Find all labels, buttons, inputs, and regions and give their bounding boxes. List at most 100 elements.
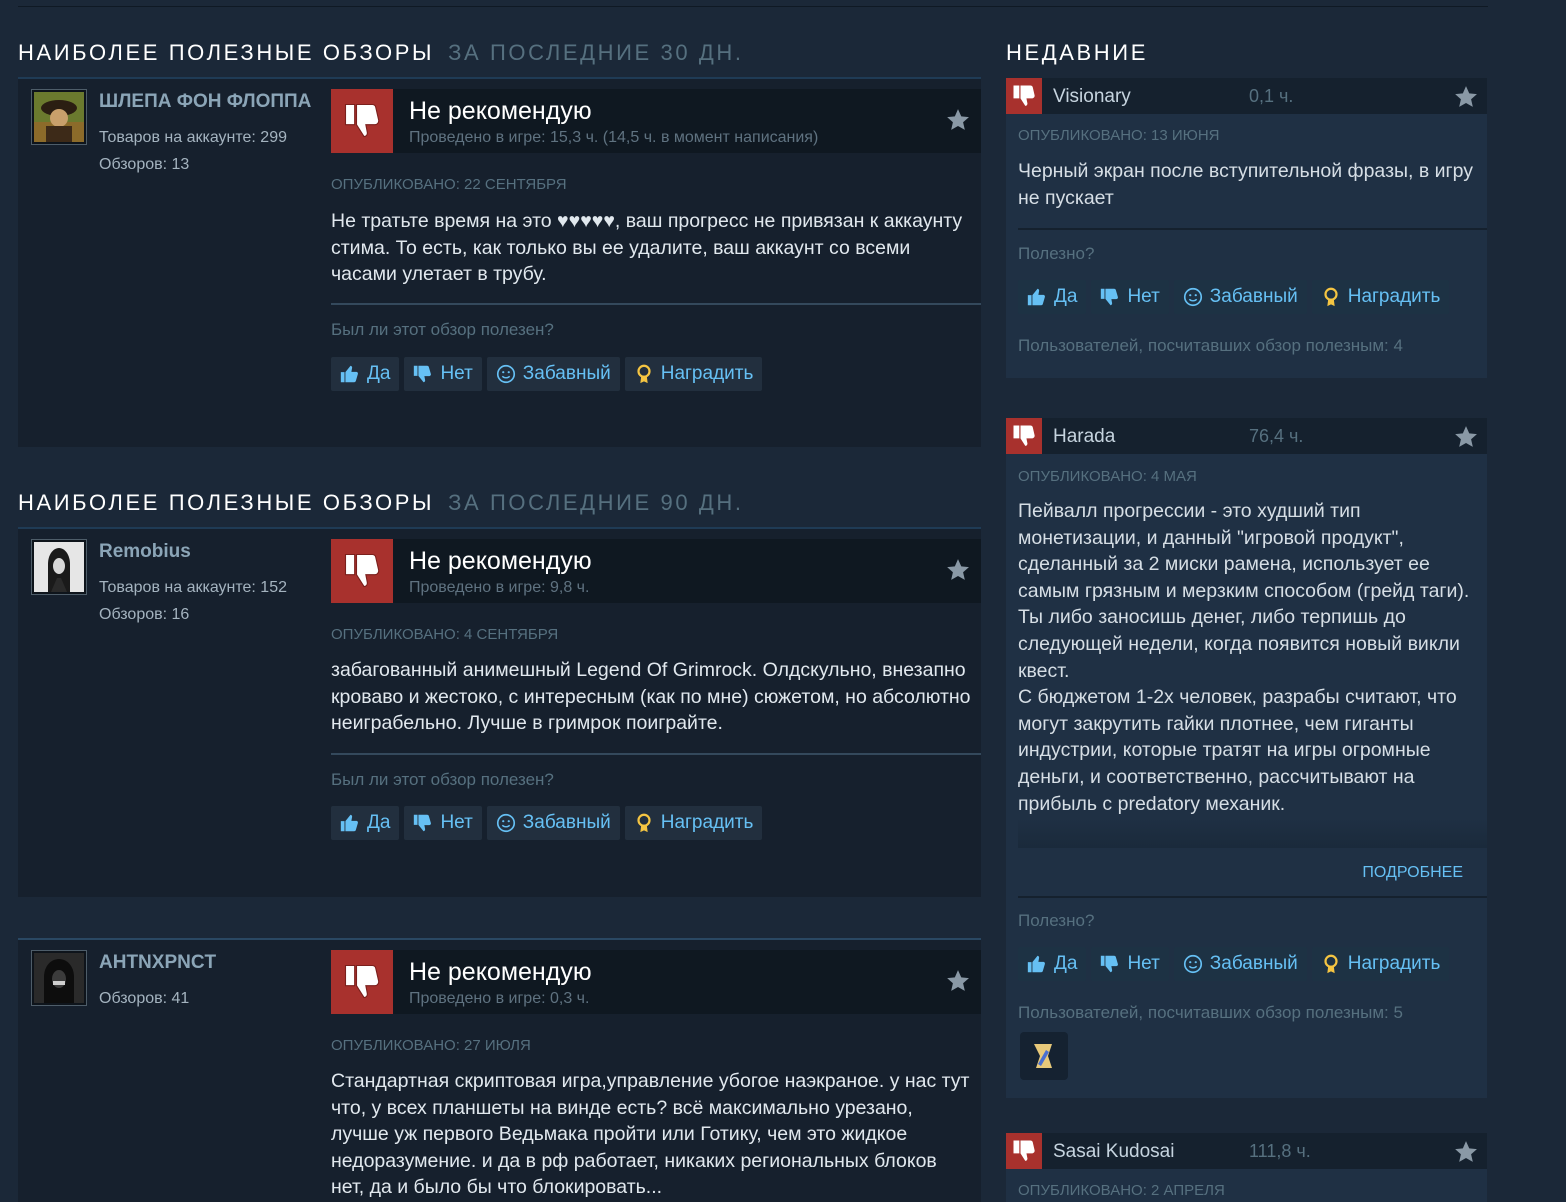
- reviewer-name[interactable]: Visionary: [1053, 86, 1131, 108]
- top-divider: [18, 6, 1488, 7]
- no-button[interactable]: Нет: [1091, 280, 1169, 314]
- no-button[interactable]: Нет: [404, 357, 482, 391]
- vote-title: Не рекомендую: [409, 547, 592, 575]
- reviewer-name[interactable]: Sasai Kudosai: [1053, 1141, 1174, 1163]
- no-button[interactable]: Нет: [404, 806, 482, 840]
- no-label: Нет: [440, 363, 473, 384]
- star-icon[interactable]: [1453, 424, 1479, 450]
- hours-played: Проведено в игре: 0,3 ч.: [409, 990, 590, 1007]
- avatar[interactable]: [31, 89, 87, 145]
- funny-label: Забавный: [522, 363, 611, 384]
- review-card: AHTNXPNCT Обзоров: 41 Не рекомендую Пров…: [18, 938, 981, 1202]
- author-name[interactable]: ШЛЕПА ФОН ФЛОППА: [99, 91, 319, 113]
- smiley-icon: [1183, 954, 1202, 974]
- award-label: Наградить: [660, 363, 754, 384]
- yes-button[interactable]: Да: [1018, 280, 1087, 314]
- award-ribbon-icon: [637, 813, 651, 833]
- yes-button[interactable]: Да: [1018, 947, 1087, 981]
- hours-played: 76,4 ч.: [1249, 426, 1304, 446]
- hours-played: Проведено в игре: 15,3 ч. (14,5 ч. в мом…: [409, 129, 819, 146]
- recent-review-card: Harada 76,4 ч. Опубликовано: 4 мая Пейва…: [1006, 418, 1487, 1098]
- thumbs-down-icon: [1101, 288, 1119, 306]
- award-button[interactable]: Наградить: [624, 357, 763, 391]
- avatar-image-icon: [34, 92, 84, 142]
- thumbs-down-icon: [1101, 955, 1119, 973]
- star-icon[interactable]: [945, 107, 971, 133]
- vote-buttons: Да Нет Забавный Наградить: [1018, 947, 1450, 981]
- avatar-image-icon: [34, 542, 84, 592]
- yes-button[interactable]: Да: [331, 806, 400, 840]
- funny-button[interactable]: Забавный: [486, 357, 620, 391]
- avatar[interactable]: [31, 950, 87, 1006]
- vote-buttons: Да Нет Забавный Наградить: [331, 357, 763, 391]
- vote-header[interactable]: Не рекомендую Проведено в игре: 0,3 ч.: [331, 950, 981, 1014]
- vote-header[interactable]: Не рекомендую Проведено в игре: 15,3 ч. …: [331, 89, 981, 153]
- star-icon[interactable]: [1453, 1139, 1479, 1165]
- yes-button[interactable]: Да: [331, 357, 400, 391]
- helpful-question: Был ли этот обзор полезен?: [331, 770, 554, 789]
- helpful-question: Полезно?: [1018, 244, 1095, 263]
- award-button[interactable]: Наградить: [624, 806, 763, 840]
- star-icon[interactable]: [945, 557, 971, 583]
- author-name[interactable]: AHTNXPNCT: [99, 952, 319, 974]
- funny-label: Забавный: [1209, 286, 1298, 307]
- review-text: Пейвалл прогрессии - это худший тип моне…: [1018, 500, 1470, 815]
- avatar[interactable]: [31, 539, 87, 595]
- award-label: Наградить: [660, 812, 754, 833]
- vote-title: Не рекомендую: [409, 97, 592, 125]
- helpful-question: Был ли этот обзор полезен?: [331, 320, 554, 339]
- thumbs-down-icon: [331, 89, 393, 153]
- smiley-icon: [496, 813, 515, 833]
- award-ribbon-icon: [637, 364, 651, 384]
- author-products[interactable]: Товаров на аккаунте: 299: [99, 129, 287, 147]
- author-reviews-count[interactable]: Обзоров: 16: [99, 606, 189, 624]
- reviewer-name[interactable]: Harada: [1053, 426, 1115, 448]
- thumbs-up-icon: [1027, 955, 1045, 973]
- yes-label: Да: [1054, 286, 1078, 307]
- author-name[interactable]: Remobius: [99, 541, 319, 563]
- vote-header[interactable]: Не рекомендую Проведено в игре: 9,8 ч.: [331, 539, 981, 603]
- author-products[interactable]: Товаров на аккаунте: 152: [99, 579, 287, 597]
- section-subtitle: за последние 30 дн.: [448, 40, 744, 65]
- recent-review-header[interactable]: Visionary 0,1 ч.: [1006, 78, 1487, 114]
- text-fade: [1018, 818, 1487, 848]
- thumbs-down-icon: [414, 365, 432, 383]
- award-scroll-icon: [1034, 1044, 1052, 1068]
- vote-buttons: Да Нет Забавный Наградить: [1018, 280, 1450, 314]
- funny-button[interactable]: Забавный: [1173, 280, 1307, 314]
- review-card: ШЛЕПА ФОН ФЛОППА Товаров на аккаунте: 29…: [18, 77, 981, 447]
- award-badge[interactable]: [1020, 1032, 1068, 1080]
- hours-played: 111,8 ч.: [1249, 1141, 1311, 1161]
- yes-label: Да: [367, 812, 391, 833]
- award-label: Наградить: [1347, 953, 1441, 974]
- section-title-30d: Наиболее полезные обзоры за последние 30 …: [18, 40, 744, 66]
- section-title-text: Наиболее полезные обзоры: [18, 40, 435, 65]
- review-text: Черный экран после вступительной фразы, …: [1018, 160, 1474, 209]
- author-reviews-count[interactable]: Обзоров: 41: [99, 990, 189, 1008]
- funny-button[interactable]: Забавный: [486, 806, 620, 840]
- award-ribbon-icon: [1324, 287, 1338, 307]
- no-button[interactable]: Нет: [1091, 947, 1169, 981]
- thumbs-up-icon: [340, 365, 358, 383]
- read-more-link[interactable]: Подробнее: [1362, 864, 1463, 882]
- award-button[interactable]: Наградить: [1311, 280, 1450, 314]
- recent-review-header[interactable]: Harada 76,4 ч.: [1006, 418, 1487, 454]
- avatar-image-icon: [34, 953, 84, 1003]
- thumbs-down-icon: [331, 539, 393, 603]
- thumbs-down-icon: [331, 950, 393, 1014]
- no-label: Нет: [1127, 953, 1160, 974]
- author-reviews-count[interactable]: Обзоров: 13: [99, 156, 189, 174]
- recent-review-header[interactable]: Sasai Kudosai 111,8 ч.: [1006, 1133, 1487, 1169]
- no-label: Нет: [440, 812, 473, 833]
- hours-played: Проведено в игре: 9,8 ч.: [409, 579, 590, 596]
- star-icon[interactable]: [1453, 84, 1479, 110]
- review-text: Стандартная скриптовая игра,управление у…: [331, 1070, 970, 1199]
- award-button[interactable]: Наградить: [1311, 947, 1450, 981]
- star-icon[interactable]: [945, 968, 971, 994]
- thumbs-down-icon: [1006, 78, 1042, 114]
- helpful-count: Пользователей, посчитавших обзор полезны…: [1018, 1003, 1403, 1022]
- helpful-count: Пользователей, посчитавших обзор полезны…: [1018, 336, 1403, 355]
- helpful-question: Полезно?: [1018, 911, 1095, 930]
- funny-button[interactable]: Забавный: [1173, 947, 1307, 981]
- review-card: Remobius Товаров на аккаунте: 152 Обзоро…: [18, 527, 981, 897]
